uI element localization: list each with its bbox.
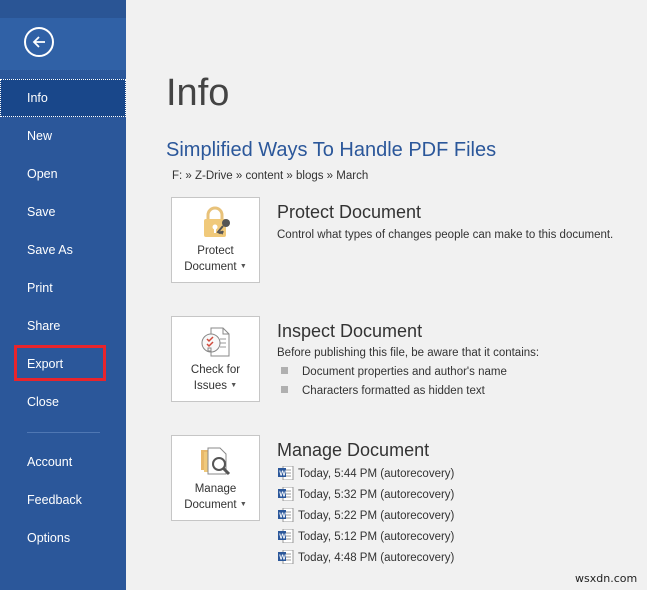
inspect-bullet: Document properties and author's name	[281, 366, 507, 378]
word-document-icon: W	[278, 507, 294, 523]
dropdown-caret-icon: ▼	[239, 263, 247, 270]
svg-text:W: W	[279, 512, 286, 519]
protect-tile-line1: Protect	[197, 245, 234, 257]
manage-document-button[interactable]: Manage Document ▼	[171, 435, 260, 521]
bullet-square-icon	[281, 386, 288, 394]
svg-text:W: W	[279, 470, 286, 477]
inspect-bullet: Characters formatted as hidden text	[281, 385, 485, 397]
dropdown-caret-icon: ▼	[230, 382, 238, 389]
sidebar-item-account[interactable]: Account	[0, 443, 126, 481]
dropdown-caret-icon: ▼	[239, 501, 247, 508]
version-item[interactable]: W Today, 5:22 PM (autorecovery)	[278, 507, 454, 525]
watermark: wsxdn.com	[575, 572, 638, 585]
sidebar-item-options[interactable]: Options	[0, 519, 126, 557]
sidebar-item-save[interactable]: Save	[0, 193, 126, 231]
document-path-breadcrumb[interactable]: F: » Z-Drive » content » blogs » March	[172, 170, 368, 182]
inspect-section-description: Before publishing this file, be aware th…	[277, 347, 540, 359]
sidebar-item-new[interactable]: New	[0, 117, 126, 155]
protect-document-button[interactable]: Protect Document ▼	[171, 197, 260, 283]
svg-text:W: W	[279, 491, 286, 498]
inspect-tile-line1: Check for	[190, 364, 241, 376]
protect-section-title: Protect Document	[277, 202, 422, 222]
protect-tile-line2: Document	[184, 261, 237, 274]
manage-section-title: Manage Document	[277, 440, 430, 460]
manage-tile-line2: Document	[184, 499, 237, 512]
export-highlight-box	[14, 345, 106, 381]
manage-tile-line1: Manage	[194, 483, 237, 495]
back-button[interactable]	[0, 18, 126, 70]
sidebar-item-open[interactable]: Open	[0, 155, 126, 193]
word-document-icon: W	[278, 549, 294, 565]
manage-versions-icon	[201, 447, 231, 476]
version-item[interactable]: W Today, 4:48 PM (autorecovery)	[278, 549, 454, 567]
sidebar-item-share[interactable]: Share	[0, 307, 126, 345]
version-item[interactable]: W Today, 5:44 PM (autorecovery)	[278, 465, 454, 483]
backstage-sidebar: Info New Open Save Save As Print Share E…	[0, 0, 126, 590]
version-item[interactable]: W Today, 5:12 PM (autorecovery)	[278, 528, 454, 546]
word-document-icon: W	[278, 465, 294, 481]
word-document-icon: W	[278, 486, 294, 502]
word-document-icon: W	[278, 528, 294, 544]
svg-text:W: W	[279, 533, 286, 540]
sidebar-divider	[27, 432, 100, 433]
document-title: Simplified Ways To Handle PDF Files	[166, 139, 497, 161]
sidebar-item-info[interactable]: Info	[0, 79, 126, 117]
checklist-inspect-icon	[201, 327, 230, 357]
inspect-section-title: Inspect Document	[277, 321, 423, 341]
protect-section-description: Control what types of changes people can…	[277, 229, 614, 241]
version-item[interactable]: W Today, 5:32 PM (autorecovery)	[278, 486, 454, 504]
sidebar-top-band	[0, 0, 126, 18]
page-title: Info	[166, 72, 230, 114]
bullet-square-icon	[281, 367, 288, 375]
svg-text:W: W	[279, 554, 286, 561]
inspect-tile-line2: Issues	[193, 380, 228, 393]
back-arrow-icon	[24, 27, 54, 57]
check-for-issues-button[interactable]: Check for Issues ▼	[171, 316, 260, 402]
sidebar-item-print[interactable]: Print	[0, 269, 126, 307]
sidebar-item-save-as[interactable]: Save As	[0, 231, 126, 269]
lock-key-icon	[204, 206, 230, 237]
sidebar-item-close[interactable]: Close	[0, 383, 126, 421]
sidebar-item-feedback[interactable]: Feedback	[0, 481, 126, 519]
